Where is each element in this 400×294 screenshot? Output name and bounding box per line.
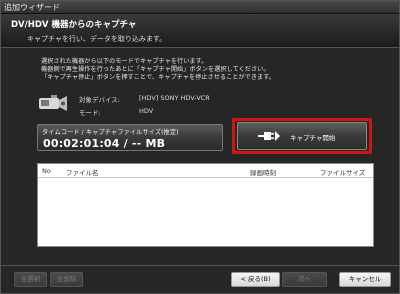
select-all-button[interactable]: 全選択 bbox=[14, 272, 47, 287]
column-header-recorded-time[interactable]: 録画時刻 bbox=[250, 167, 276, 177]
column-header-filename[interactable]: ファイル名 bbox=[66, 167, 99, 177]
back-button[interactable]: < 戻る(B) bbox=[231, 272, 280, 287]
mode-label: モード: bbox=[79, 109, 101, 117]
capture-start-button[interactable]: キャプチャ開始 bbox=[237, 122, 367, 150]
table-header-divider bbox=[38, 177, 373, 178]
wizard-window: 追加ウィザード DV/HDV 機器からのキャプチャ キャプチャを行い、データを取… bbox=[0, 0, 400, 294]
capture-plug-icon bbox=[258, 131, 280, 141]
device-value: [HDV] SONY HDV-VCR bbox=[139, 94, 210, 102]
footer-divider bbox=[1, 265, 399, 266]
camcorder-icon bbox=[39, 95, 67, 111]
cancel-button[interactable]: キャンセル bbox=[339, 272, 391, 287]
next-button[interactable]: 次へ bbox=[282, 272, 327, 287]
wizard-header: DV/HDV 機器からのキャプチャ キャプチャを行い、データを取り込みます。 bbox=[1, 14, 399, 48]
column-header-filesize[interactable]: ファイルサイズ bbox=[320, 167, 365, 177]
capture-file-table[interactable]: No ファイル名 録画時刻 ファイルサイズ bbox=[37, 163, 374, 247]
timecode-value: 00:02:01:04 / -- MB bbox=[43, 137, 166, 150]
instructions-line: 機器側で再生操作を行ったあとに「キャプチャ開始」ボタンを選択してください。 bbox=[41, 66, 270, 73]
device-label: 対象デバイス: bbox=[79, 96, 120, 104]
timecode-panel: タイムコード / キャプチャファイルサイズ(推定) 00:02:01:04 / … bbox=[37, 124, 223, 151]
instructions-line: 選択された機器から以下のモードでキャプチャを行います。 bbox=[41, 58, 208, 65]
timecode-label: タイムコード / キャプチャファイルサイズ(推定) bbox=[42, 129, 179, 136]
page-title: DV/HDV 機器からのキャプチャ bbox=[11, 20, 137, 30]
instructions-line: 「キャプチャ停止」ボタンを押すことで、キャプチャを停止させることができます。 bbox=[41, 74, 275, 81]
mode-value: HDV bbox=[139, 107, 154, 115]
window-title: 追加ウィザード bbox=[1, 1, 399, 14]
delete-all-button[interactable]: 全削除 bbox=[50, 272, 83, 287]
page-subtitle: キャプチャを行い、データを取り込みます。 bbox=[27, 35, 167, 43]
instructions-text: 選択された機器から以下のモードでキャプチャを行います。 機器側で再生操作を行った… bbox=[41, 58, 361, 82]
capture-start-label: キャプチャ開始 bbox=[290, 134, 336, 142]
column-header-no[interactable]: No bbox=[42, 167, 51, 175]
